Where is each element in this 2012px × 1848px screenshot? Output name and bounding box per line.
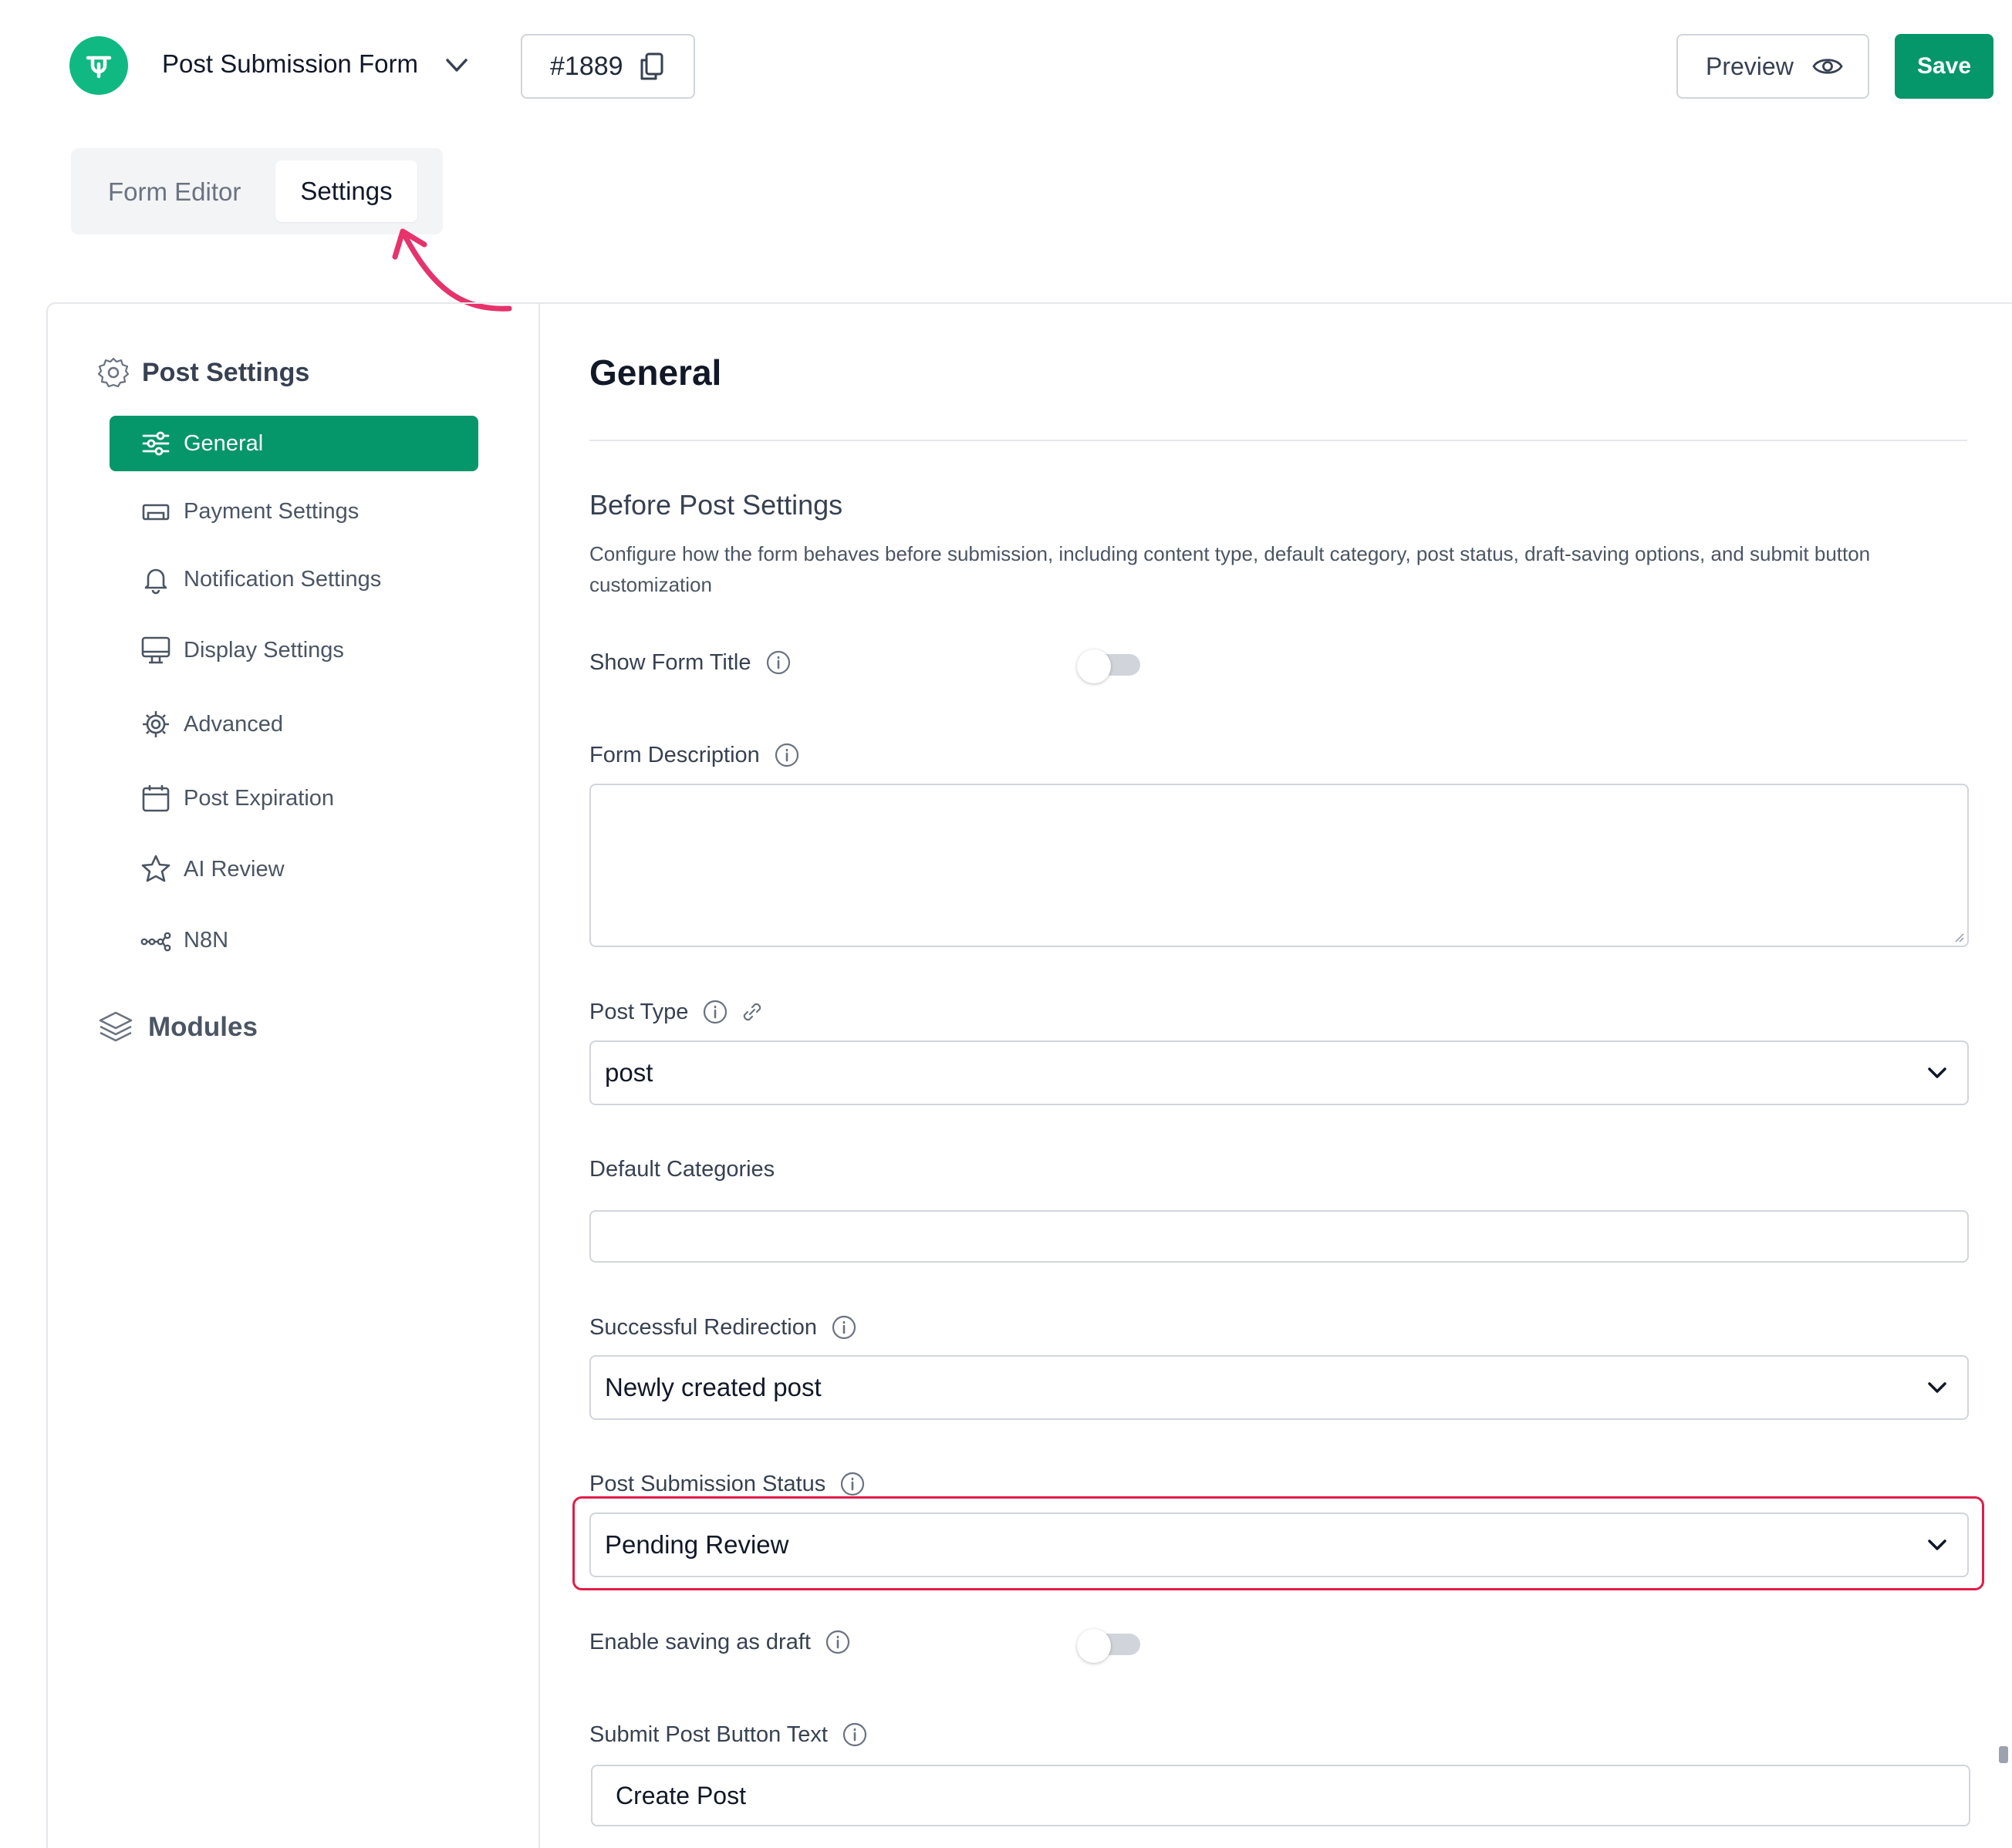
chevron-down-icon <box>1928 1539 1946 1550</box>
tab-settings[interactable]: Settings <box>275 160 417 222</box>
submit-button-text-label: Submit Post Button Text <box>589 1722 868 1748</box>
calendar-icon <box>142 785 170 812</box>
show-form-title-label: Show Form Title <box>589 649 792 676</box>
sidebar-item-label: Advanced <box>184 711 283 737</box>
post-settings-heading: Post Settings <box>97 356 309 389</box>
info-icon[interactable] <box>702 999 728 1025</box>
field-label: Form Description <box>589 742 760 767</box>
info-icon[interactable] <box>839 1471 866 1497</box>
chevron-down-icon <box>1928 1382 1946 1393</box>
form-id: #1889 <box>550 51 623 81</box>
form-description-textarea[interactable] <box>589 784 1969 947</box>
section-description: Configure how the form behaves before su… <box>589 542 1871 596</box>
field-label: Successful Redirection <box>589 1314 817 1340</box>
field-label: Enable saving as draft <box>589 1629 811 1654</box>
default-categories-input[interactable] <box>589 1210 1969 1263</box>
sidebar-item-label: N8N <box>184 927 229 953</box>
cog-icon <box>143 711 169 737</box>
form-description-label: Form Description <box>589 742 800 768</box>
post-submission-status-label: Post Submission Status <box>589 1471 866 1497</box>
sidebar-item-label: Display Settings <box>184 637 344 663</box>
modules-label: Modules <box>148 1012 258 1042</box>
sidebar-divider <box>538 302 540 1848</box>
preview-label: Preview <box>1706 52 1794 80</box>
scrollbar-thumb[interactable] <box>1999 1746 2008 1763</box>
gear-icon <box>97 357 130 388</box>
layers-icon <box>99 1011 133 1042</box>
n8n-icon <box>140 932 171 952</box>
tab-form-editor[interactable]: Form Editor <box>108 177 241 207</box>
select-value: Newly created post <box>605 1373 822 1401</box>
payment-icon <box>142 504 170 521</box>
field-label: Submit Post Button Text <box>589 1722 828 1747</box>
sidebar-item-label: General <box>184 430 264 456</box>
sidebar-item-label: Payment Settings <box>184 498 360 524</box>
post-submission-status-select[interactable]: Pending Review <box>589 1512 1969 1577</box>
sidebar-item-label: AI Review <box>184 856 285 882</box>
chevron-down-icon <box>1928 1067 1946 1078</box>
star-icon <box>141 855 170 882</box>
sidebar-item-label: Notification Settings <box>184 566 382 592</box>
info-icon[interactable] <box>831 1314 857 1340</box>
select-value: post <box>605 1058 653 1087</box>
enable-saving-draft-label: Enable saving as draft <box>589 1629 851 1655</box>
preview-button[interactable]: Preview <box>1676 34 1869 99</box>
field-label: Default Categories <box>589 1157 775 1182</box>
chevron-down-icon[interactable] <box>443 54 471 77</box>
sidebar-section-title: Post Settings <box>142 357 310 387</box>
select-value: Pending Review <box>605 1530 789 1559</box>
logo-icon <box>86 56 112 79</box>
successful-redirection-label: Successful Redirection <box>589 1314 857 1340</box>
sidebar-item-ai-review[interactable]: AI Review <box>110 841 478 897</box>
info-icon[interactable] <box>825 1629 851 1655</box>
form-name[interactable]: Post Submission Form <box>162 49 418 79</box>
modules-heading[interactable]: Modules <box>97 1009 258 1046</box>
sidebar-item-post-expiration[interactable]: Post Expiration <box>110 771 478 826</box>
toggle-knob <box>1077 649 1111 683</box>
field-label: Post Type <box>589 999 689 1024</box>
save-button[interactable]: Save <box>1895 34 1993 99</box>
eye-icon <box>1812 59 1843 74</box>
sidebar-item-n8n[interactable]: N8N <box>110 912 478 968</box>
section-title: Before Post Settings <box>589 489 843 521</box>
resize-handle-icon[interactable] <box>1952 930 1964 943</box>
successful-redirection-select[interactable]: Newly created post <box>589 1355 1969 1420</box>
monitor-icon <box>141 636 170 664</box>
show-form-title-toggle[interactable] <box>1077 649 1142 683</box>
sliders-icon <box>142 431 170 456</box>
title-divider <box>589 440 1967 441</box>
field-label: Post Submission Status <box>589 1471 826 1496</box>
sidebar-item-general[interactable]: General <box>110 416 478 471</box>
sidebar-item-advanced[interactable]: Advanced <box>110 696 478 752</box>
info-icon[interactable] <box>765 649 792 676</box>
info-icon[interactable] <box>774 742 800 768</box>
default-categories-label: Default Categories <box>589 1157 775 1182</box>
post-type-select[interactable]: post <box>589 1040 1969 1105</box>
form-id-badge[interactable]: #1889 <box>521 34 695 99</box>
sidebar-item-label: Post Expiration <box>184 785 335 811</box>
submit-button-text-input[interactable]: Create Post <box>591 1765 1970 1826</box>
sidebar-item-notification-settings[interactable]: Notification Settings <box>110 551 478 607</box>
sidebar-item-display-settings[interactable]: Display Settings <box>110 622 478 678</box>
copy-icon[interactable] <box>637 51 665 82</box>
link-icon[interactable] <box>739 999 765 1025</box>
app-logo <box>69 36 128 95</box>
sidebar-item-payment-settings[interactable]: Payment Settings <box>110 484 478 539</box>
field-label: Show Form Title <box>589 649 751 675</box>
enable-saving-draft-toggle[interactable] <box>1077 1629 1142 1663</box>
post-type-label: Post Type <box>589 999 765 1025</box>
bell-icon <box>144 568 167 595</box>
toggle-knob <box>1077 1629 1111 1663</box>
page-title: General <box>589 352 722 393</box>
info-icon[interactable] <box>842 1722 868 1748</box>
